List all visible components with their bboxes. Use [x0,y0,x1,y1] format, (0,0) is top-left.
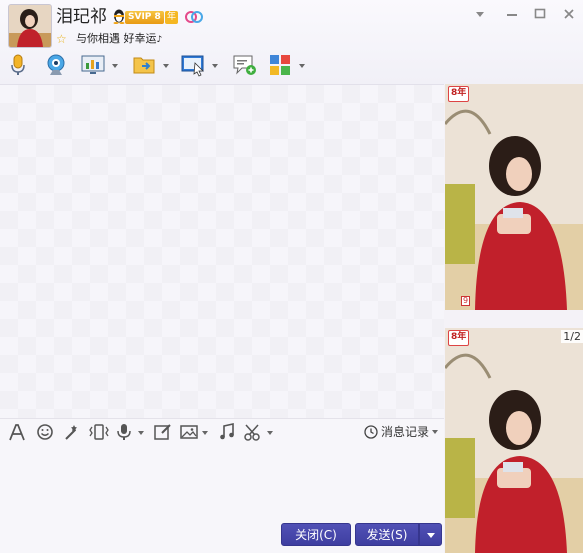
send-options-button[interactable] [419,523,442,546]
personal-signature: 与你相遇 好幸运♪ [76,32,162,47]
voice-message-dropdown-icon[interactable] [138,431,144,435]
contact-name: 泪玘祁 [56,7,107,27]
send-file-icon[interactable] [132,53,158,77]
maximize-icon[interactable] [532,6,548,22]
star-icon[interactable]: ☆ [56,32,67,46]
apps-grid-icon[interactable] [268,53,292,77]
music-icon[interactable] [218,422,236,445]
message-history-label: 消息记录 [381,425,430,439]
svip-badge[interactable]: SVIP 8 [125,11,164,24]
dropdown-menu-icon[interactable] [472,6,488,22]
apps-dropdown-icon[interactable] [299,64,305,68]
screenshot-scissors-icon[interactable] [243,422,263,445]
clock-icon [364,424,378,439]
magic-wand-icon[interactable] [62,422,80,445]
remote-desktop-icon[interactable] [181,53,207,77]
contact-avatar[interactable] [8,4,52,48]
send-file-dropdown-icon[interactable] [163,64,169,68]
video-call-icon[interactable] [44,53,68,77]
screen-share-dropdown-icon[interactable] [112,64,118,68]
contact-photo-bottom[interactable]: 8年 1/2 [445,328,583,553]
send-options-dropdown-icon [426,533,435,538]
edit-note-icon[interactable] [153,422,173,445]
music-note-icon: ♪ [156,35,163,45]
voice-call-icon[interactable] [10,53,26,77]
year-badge[interactable]: 年 [165,11,179,24]
like-count-badge: 9 [461,296,471,306]
emoji-icon[interactable] [36,422,54,445]
voice-message-icon[interactable] [116,422,132,445]
signature-text: 与你相遇 好幸运 [76,32,157,45]
title-header: 泪玘祁 SVIP 8 年 ☆ 与你相遇 好幸运♪ [0,0,583,85]
close-button[interactable]: 关闭(C) [281,523,351,546]
screenshot-dropdown-icon[interactable] [267,431,273,435]
message-history-area[interactable] [0,85,444,418]
new-group-chat-icon[interactable] [232,53,258,77]
close-window-icon[interactable] [561,6,577,22]
photo-page-counter: 1/2 [561,330,583,343]
friend-pair-icon[interactable] [184,10,204,24]
history-dropdown-icon[interactable] [432,429,439,434]
send-button[interactable]: 发送(S) [355,523,419,546]
qq-penguin-icon[interactable] [112,8,126,24]
font-icon[interactable] [8,422,26,445]
vibrate-icon[interactable] [88,422,110,445]
contact-photo-top[interactable]: 8年 [445,84,583,310]
image-icon[interactable] [179,422,199,445]
photo-year-badge: 8年 [448,86,470,102]
screen-share-icon[interactable] [81,53,107,77]
photo-year-badge: 8年 [448,330,470,346]
minimize-icon[interactable] [504,6,520,22]
image-dropdown-icon[interactable] [202,431,208,435]
remote-desktop-dropdown-icon[interactable] [212,64,218,68]
message-history-button[interactable]: 消息记录 [364,423,439,440]
